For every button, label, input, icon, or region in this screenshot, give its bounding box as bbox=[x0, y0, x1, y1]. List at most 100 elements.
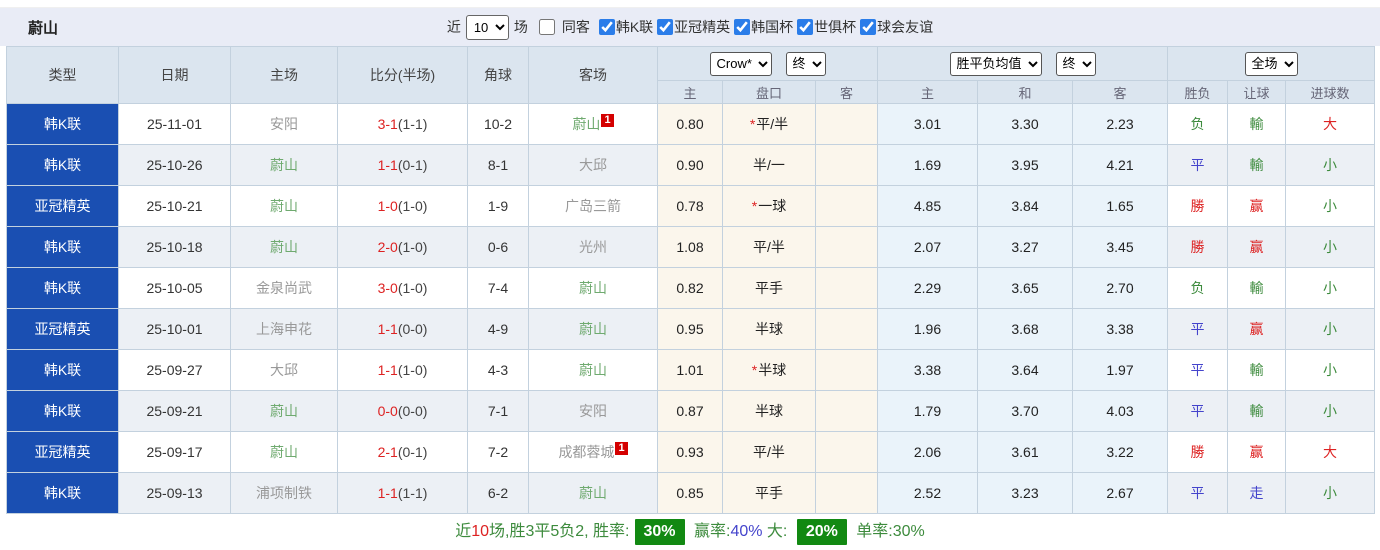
score-cell: 3-1(1-1) bbox=[337, 103, 468, 145]
score-cell: 1-1(0-1) bbox=[337, 144, 468, 186]
euro-draw-odds-cell: 3.84 bbox=[977, 185, 1073, 227]
home-team-link[interactable]: 浦项制铁 bbox=[256, 485, 312, 501]
euro-home-odds-cell: 2.29 bbox=[877, 267, 978, 309]
away-team-cell: 大邱 bbox=[528, 144, 658, 186]
sub-header-goals: 进球数 bbox=[1285, 80, 1375, 104]
home-team-cell: 蔚山 bbox=[230, 390, 338, 432]
league-type-cell[interactable]: 韩K联 bbox=[6, 349, 119, 391]
league-type-cell[interactable]: 韩K联 bbox=[6, 472, 119, 514]
league-type-cell[interactable]: 韩K联 bbox=[6, 144, 119, 186]
home-team-link[interactable]: 蔚山 bbox=[270, 157, 298, 173]
league-filter-1[interactable]: 亚冠精英 bbox=[653, 17, 730, 37]
league-filter-0[interactable]: 韩K联 bbox=[595, 17, 653, 37]
fullmatch-select[interactable]: 全场 bbox=[1244, 51, 1298, 76]
table-row: 韩K联 25-09-21 蔚山 0-0(0-0) 7-1 安阳 0.87 半球 … bbox=[6, 390, 1375, 432]
euro-home-odds-cell: 3.38 bbox=[877, 349, 978, 391]
league-type-cell[interactable]: 韩K联 bbox=[6, 103, 119, 145]
col-header-home: 主场 bbox=[230, 46, 338, 104]
asia-away-odds-cell bbox=[815, 472, 878, 514]
euro-home-odds-cell: 2.07 bbox=[877, 226, 978, 268]
away-team-link[interactable]: 蔚山 bbox=[579, 485, 607, 501]
away-team-link[interactable]: 大邱 bbox=[579, 157, 607, 173]
asia-odds-header: Crow* 终 bbox=[657, 46, 878, 81]
fulltime-score: 3-1 bbox=[377, 116, 398, 132]
away-team-link[interactable]: 蔚山 bbox=[579, 321, 607, 337]
result-cell: 平 bbox=[1167, 472, 1228, 514]
home-team-link[interactable]: 大邱 bbox=[270, 362, 298, 378]
home-team-link[interactable]: 蔚山 bbox=[270, 198, 298, 214]
asia-handicap-cell: 平手 bbox=[722, 267, 816, 309]
away-team-link[interactable]: 安阳 bbox=[579, 403, 607, 419]
goals-cell: 小 bbox=[1285, 349, 1375, 391]
league-type-cell[interactable]: 韩K联 bbox=[6, 226, 119, 268]
sub-header-euro-away: 客 bbox=[1072, 80, 1168, 104]
league-checkbox-2[interactable] bbox=[734, 19, 751, 35]
fulltime-score: 1-1 bbox=[377, 157, 398, 173]
asia-away-odds-cell bbox=[815, 185, 878, 227]
asia-away-odds-cell bbox=[815, 349, 878, 391]
goals-cell: 大 bbox=[1285, 431, 1375, 473]
euro-away-odds-cell: 2.23 bbox=[1072, 103, 1168, 145]
table-row: 亚冠精英 25-10-01 上海申花 1-1(0-0) 4-9 蔚山 0.95 … bbox=[6, 308, 1375, 350]
same-venue-checkbox[interactable] bbox=[538, 19, 555, 35]
asia-home-odds-cell: 0.93 bbox=[657, 431, 723, 473]
league-checkbox-4[interactable] bbox=[860, 19, 877, 35]
europe-company-select[interactable]: 胜平负均值 bbox=[949, 51, 1042, 76]
asia-away-odds-cell bbox=[815, 390, 878, 432]
away-team-link[interactable]: 蔚山 bbox=[572, 116, 600, 132]
home-team-link[interactable]: 安阳 bbox=[270, 116, 298, 132]
home-team-link[interactable]: 金泉尚武 bbox=[256, 280, 312, 296]
asia-company-select[interactable]: Crow* bbox=[709, 51, 772, 76]
league-filter-3[interactable]: 世俱杯 bbox=[793, 17, 856, 37]
league-filter-4[interactable]: 球会友谊 bbox=[856, 17, 933, 37]
col-header-date: 日期 bbox=[118, 46, 231, 104]
euro-away-odds-cell: 3.22 bbox=[1072, 431, 1168, 473]
fullmatch-header: 全场 bbox=[1167, 46, 1375, 81]
league-type-cell[interactable]: 韩K联 bbox=[6, 390, 119, 432]
league-label: 韩K联 bbox=[615, 19, 654, 35]
home-team-link[interactable]: 蔚山 bbox=[270, 403, 298, 419]
goals-cell: 小 bbox=[1285, 267, 1375, 309]
sub-header-euro-home: 主 bbox=[877, 80, 978, 104]
give-result-cell: 輸 bbox=[1227, 103, 1286, 145]
away-team-link[interactable]: 蔚山 bbox=[579, 280, 607, 296]
halftime-score: (1-1) bbox=[397, 485, 428, 501]
away-team-link[interactable]: 成都蓉城 bbox=[558, 444, 614, 460]
euro-away-odds-cell: 4.03 bbox=[1072, 390, 1168, 432]
asia-home-odds-cell: 0.90 bbox=[657, 144, 723, 186]
home-team-link[interactable]: 蔚山 bbox=[270, 239, 298, 255]
europe-time-select[interactable]: 终 bbox=[1055, 51, 1096, 76]
home-team-link[interactable]: 蔚山 bbox=[270, 444, 298, 460]
league-checkbox-3[interactable] bbox=[797, 19, 814, 35]
match-count-select[interactable]: 10 bbox=[465, 14, 509, 40]
league-checkbox-0[interactable] bbox=[598, 19, 615, 35]
red-card-badge: 1 bbox=[615, 442, 628, 456]
away-team-link[interactable]: 光州 bbox=[579, 239, 607, 255]
euro-draw-odds-cell: 3.68 bbox=[977, 308, 1073, 350]
result-cell: 勝 bbox=[1167, 226, 1228, 268]
corner-cell: 0-6 bbox=[467, 226, 529, 268]
asia-handicap-cell: 平手 bbox=[722, 472, 816, 514]
league-type-cell[interactable]: 韩K联 bbox=[6, 267, 119, 309]
handicap-star: * bbox=[749, 116, 756, 132]
handicap-star: * bbox=[751, 362, 758, 378]
league-filter-2[interactable]: 韩国杯 bbox=[730, 17, 793, 37]
league-type-cell[interactable]: 亚冠精英 bbox=[6, 185, 119, 227]
league-type-cell[interactable]: 亚冠精英 bbox=[6, 431, 119, 473]
table-row: 韩K联 25-11-01 安阳 3-1(1-1) 10-2 蔚山 1 0.80 *… bbox=[6, 103, 1375, 145]
matches-label: 场 bbox=[513, 19, 528, 35]
away-team-cell: 蔚山 bbox=[528, 267, 658, 309]
asia-time-select[interactable]: 终 bbox=[785, 51, 826, 76]
away-team-link[interactable]: 广岛三箭 bbox=[565, 198, 621, 214]
home-team-link[interactable]: 上海申花 bbox=[256, 321, 312, 337]
league-type-cell[interactable]: 亚冠精英 bbox=[6, 308, 119, 350]
fulltime-score: 0-0 bbox=[377, 403, 398, 419]
away-team-cell: 蔚山 bbox=[528, 472, 658, 514]
league-checkbox-1[interactable] bbox=[657, 19, 674, 35]
fulltime-score: 3-0 bbox=[377, 280, 398, 296]
score-cell: 2-1(0-1) bbox=[337, 431, 468, 473]
give-result-cell: 輸 bbox=[1227, 349, 1286, 391]
date-cell: 25-10-26 bbox=[118, 144, 231, 186]
away-team-link[interactable]: 蔚山 bbox=[579, 362, 607, 378]
asia-away-odds-cell bbox=[815, 267, 878, 309]
